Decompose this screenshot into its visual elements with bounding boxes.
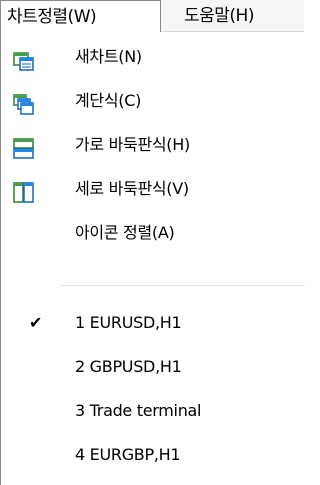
menu-item-window-4[interactable]: 4 EURGBP,H1 [1, 436, 305, 474]
menu-separator [61, 285, 305, 286]
window-dropdown-menu: 새차트(N) 계단식(C) 가로 바둑판식(H) 세로 바둑판식(V) 아이콘 … [0, 32, 305, 485]
menu-item-label: 가로 바둑판식(H) [75, 135, 190, 154]
tile-vertical-icon [13, 179, 34, 203]
menu-item-new-chart[interactable]: 새차트(N) [1, 38, 305, 76]
checkmark-icon: ✔ [29, 313, 43, 332]
menu-item-arrange-icons[interactable]: 아이콘 정렬(A) [1, 214, 305, 252]
menu-item-label: 1 EURUSD,H1 [75, 313, 182, 332]
menu-item-label: 세로 바둑판식(V) [75, 179, 189, 198]
menu-item-tile-vertical[interactable]: 세로 바둑판식(V) [1, 170, 305, 208]
menu-item-label: 4 EURGBP,H1 [75, 445, 181, 464]
menu-window[interactable]: 차트정렬(W) [0, 0, 161, 33]
menu-item-cascade[interactable]: 계단식(C) [1, 82, 305, 120]
menu-item-window-3[interactable]: 3 Trade terminal [1, 392, 305, 430]
menu-item-label: 3 Trade terminal [75, 401, 202, 420]
menu-item-label: 새차트(N) [75, 47, 142, 66]
menu-help[interactable]: 도움말(H) [162, 0, 304, 32]
window-menu-screenshot: 차트정렬(W) 도움말(H) 새차트(N) 계단식(C) 가로 바둑판식(H) … [0, 0, 305, 485]
tile-horizontal-icon [13, 135, 34, 159]
menu-item-label: 계단식(C) [75, 91, 142, 110]
menu-item-tile-horizontal[interactable]: 가로 바둑판식(H) [1, 126, 305, 164]
menu-item-label: 아이콘 정렬(A) [75, 223, 175, 242]
cascade-icon [13, 91, 34, 115]
menubar: 차트정렬(W) 도움말(H) [0, 0, 304, 33]
menu-item-window-2[interactable]: 2 GBPUSD,H1 [1, 348, 305, 386]
menu-item-window-1[interactable]: ✔ 1 EURUSD,H1 [1, 304, 305, 342]
menu-item-label: 2 GBPUSD,H1 [75, 357, 182, 376]
new-chart-icon [13, 47, 34, 71]
